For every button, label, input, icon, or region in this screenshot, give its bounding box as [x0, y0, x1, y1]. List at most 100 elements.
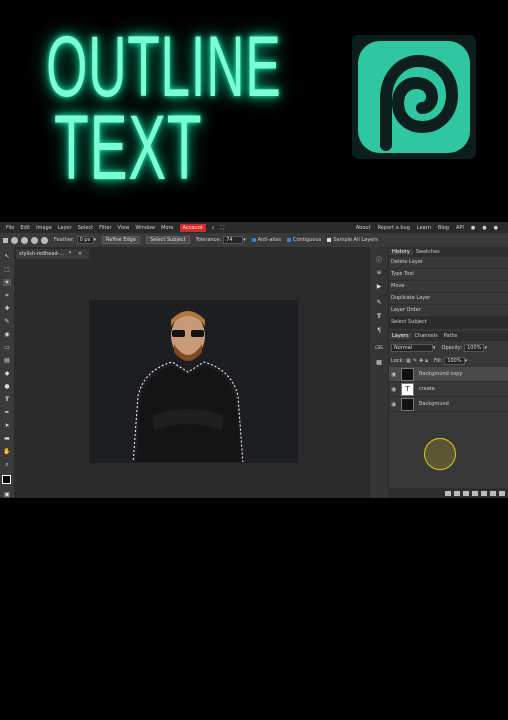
menu-edit[interactable]: Edit: [20, 225, 30, 231]
brush-tool-icon[interactable]: ✎: [3, 318, 11, 325]
history-item-selected[interactable]: Select Subject: [389, 317, 508, 329]
lock-position-icon[interactable]: ✥: [419, 358, 423, 364]
tab-paths[interactable]: Paths: [441, 333, 461, 339]
tab-swatches[interactable]: Swatches: [413, 249, 443, 255]
magic-wand-icon[interactable]: [3, 237, 8, 243]
fill-input[interactable]: 100%: [444, 356, 465, 365]
character-icon[interactable]: T: [374, 313, 384, 321]
menu-filter[interactable]: Filter: [99, 225, 111, 231]
layer-row[interactable]: ◉ Background copy: [389, 367, 508, 382]
account-button[interactable]: Account: [179, 223, 206, 232]
fullscreen-icon[interactable]: ⛶: [221, 225, 225, 231]
opacity-input[interactable]: 100%: [464, 343, 485, 352]
pen-tool-icon[interactable]: ✒: [3, 409, 11, 416]
refine-edge-button[interactable]: Refine Edge: [102, 236, 140, 244]
link-learn[interactable]: Learn: [417, 225, 431, 231]
search-icon[interactable]: ⌕: [212, 225, 215, 231]
history-item[interactable]: Type Tool: [389, 269, 508, 281]
layer-effects-icon[interactable]: [454, 490, 460, 496]
tolerance-dropdown-icon[interactable]: ▾: [243, 237, 246, 243]
link-report-bug[interactable]: Report a bug: [378, 225, 410, 231]
brush-settings-icon[interactable]: ≡: [374, 269, 384, 277]
info-icon[interactable]: ⓘ: [374, 255, 384, 264]
link-blog[interactable]: Blog: [438, 225, 449, 231]
gradient-tool-icon[interactable]: ▤: [3, 357, 11, 364]
lock-pixels-icon[interactable]: ✎: [413, 358, 417, 364]
cursor-highlight: [424, 438, 456, 470]
layer-mask-icon[interactable]: [463, 490, 469, 496]
opacity-dropdown-icon[interactable]: ▾: [484, 345, 487, 351]
link-layers-icon[interactable]: [445, 490, 451, 496]
feather-dropdown-icon[interactable]: ▾: [94, 237, 97, 243]
tab-layers[interactable]: Layers: [389, 333, 412, 339]
paragraph-icon[interactable]: ¶: [374, 327, 384, 335]
dodge-tool-icon[interactable]: ●: [3, 383, 11, 390]
visibility-eye-icon[interactable]: ◉: [391, 401, 398, 408]
menu-image[interactable]: Image: [36, 225, 52, 231]
blur-tool-icon[interactable]: ◆: [3, 370, 11, 377]
image-icon[interactable]: ▦: [374, 359, 384, 367]
facebook-icon[interactable]: ●: [494, 225, 498, 231]
shape-tool-icon[interactable]: ▬: [3, 435, 11, 442]
adjustment-layer-icon[interactable]: [472, 490, 478, 496]
layer-row[interactable]: ◉ T create: [389, 382, 508, 397]
lock-all-icon[interactable]: 🔒︎: [425, 358, 428, 364]
magic-wand-tool-icon[interactable]: ✦: [3, 279, 11, 286]
tab-history[interactable]: History: [389, 249, 413, 255]
document-tab-close-icon[interactable]: ×: [78, 251, 82, 257]
menu-file[interactable]: File: [6, 225, 14, 231]
twitter-icon[interactable]: ●: [482, 225, 486, 231]
history-item[interactable]: Layer Order: [389, 305, 508, 317]
css-icon[interactable]: CSS: [374, 345, 384, 353]
new-layer-icon[interactable]: [490, 490, 496, 496]
visibility-eye-icon[interactable]: ◉: [391, 371, 398, 378]
type-tool-icon[interactable]: T: [3, 396, 11, 403]
select-subject-button[interactable]: Select Subject: [145, 236, 190, 244]
blend-mode-dropdown-icon[interactable]: ▾: [433, 345, 436, 351]
quick-mask-icon[interactable]: ▣: [3, 491, 11, 498]
crop-tool-icon[interactable]: ⌗: [3, 292, 11, 299]
new-folder-icon[interactable]: [481, 490, 487, 496]
menu-more[interactable]: More: [161, 225, 173, 231]
menu-select[interactable]: Select: [78, 225, 93, 231]
blend-mode-select[interactable]: Normal: [391, 343, 433, 352]
path-select-tool-icon[interactable]: ➤: [3, 422, 11, 429]
move-tool-icon[interactable]: ↖: [3, 253, 11, 260]
foreground-color-swatch[interactable]: [2, 475, 11, 484]
anti-alias-checkbox[interactable]: [251, 238, 256, 242]
history-item[interactable]: Delete Layer: [389, 257, 508, 269]
menu-view[interactable]: View: [118, 225, 130, 231]
zoom-tool-icon[interactable]: ⌕: [3, 461, 11, 468]
layer-row[interactable]: ◉ Background: [389, 397, 508, 412]
clone-tool-icon[interactable]: ◉: [3, 331, 11, 338]
contiguous-checkbox[interactable]: [286, 238, 291, 242]
selection-subtract-icon[interactable]: [31, 236, 38, 244]
link-about[interactable]: About: [356, 225, 371, 231]
tab-channels[interactable]: Channels: [412, 333, 441, 339]
link-api[interactable]: API: [456, 225, 464, 231]
history-item[interactable]: Duplicate Layer: [389, 293, 508, 305]
marquee-tool-icon[interactable]: ⬚: [3, 266, 11, 273]
healing-tool-icon[interactable]: ✚: [3, 305, 11, 312]
sample-all-layers-checkbox[interactable]: [327, 238, 332, 242]
document-tab[interactable]: stylish-redhead-... * ×: [16, 249, 89, 259]
selection-intersect-icon[interactable]: [41, 236, 48, 244]
canvas-area[interactable]: [14, 260, 370, 498]
brush-icon[interactable]: ✎: [374, 299, 384, 307]
visibility-eye-icon[interactable]: ◉: [391, 386, 398, 393]
delete-layer-icon[interactable]: [499, 490, 505, 496]
eraser-tool-icon[interactable]: ▭: [3, 344, 11, 351]
canvas-photo[interactable]: [89, 300, 298, 463]
lock-transparency-icon[interactable]: ▦: [406, 358, 411, 364]
menu-layer[interactable]: Layer: [58, 225, 72, 231]
menu-window[interactable]: Window: [135, 225, 155, 231]
hand-tool-icon[interactable]: ✋: [3, 448, 11, 455]
actions-play-icon[interactable]: ▶: [374, 283, 384, 291]
tolerance-input[interactable]: 74: [223, 236, 244, 244]
fill-dropdown-icon[interactable]: ▾: [465, 358, 468, 364]
selection-new-icon[interactable]: [11, 236, 18, 244]
selection-add-icon[interactable]: [21, 236, 28, 244]
history-item[interactable]: Move: [389, 281, 508, 293]
feather-input[interactable]: 0 px: [76, 236, 94, 244]
reddit-icon[interactable]: ●: [471, 225, 475, 231]
